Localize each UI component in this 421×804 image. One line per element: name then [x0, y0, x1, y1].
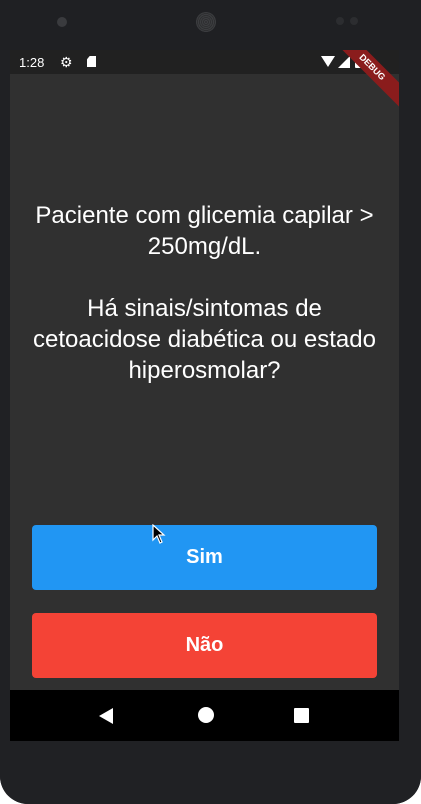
device-bottom-bezel	[0, 741, 421, 804]
speaker-grille	[196, 12, 216, 32]
question-line-1: Paciente com glicemia capilar > 250mg/dL…	[35, 202, 374, 260]
wifi-icon	[321, 56, 335, 67]
question-line-2: Há sinais/sintomas de cetoacidose diabét…	[33, 295, 376, 384]
camera-icon	[57, 17, 67, 27]
status-time: 1:28	[19, 55, 45, 70]
gear-icon: ⚙	[60, 54, 73, 70]
home-icon[interactable]	[198, 707, 214, 723]
sensor-dot	[350, 17, 358, 25]
navigation-bar	[10, 690, 399, 741]
back-icon[interactable]	[98, 707, 114, 730]
no-button[interactable]: Não	[32, 613, 377, 678]
sensor-dot	[336, 17, 344, 25]
sd-card-icon	[87, 56, 96, 67]
recents-icon[interactable]	[294, 708, 309, 723]
signal-icon	[338, 56, 350, 68]
yes-button[interactable]: Sim	[32, 525, 377, 590]
status-bar: 1:28 ⚙ DEBUG	[10, 50, 399, 113]
app-screen: 1:28 ⚙ DEBUG Paciente com glicemia capil…	[10, 50, 399, 741]
device-top-bezel	[0, 0, 421, 50]
device-frame: 1:28 ⚙ DEBUG Paciente com glicemia capil…	[0, 0, 421, 804]
question-text: Paciente com glicemia capilar > 250mg/dL…	[24, 200, 385, 386]
